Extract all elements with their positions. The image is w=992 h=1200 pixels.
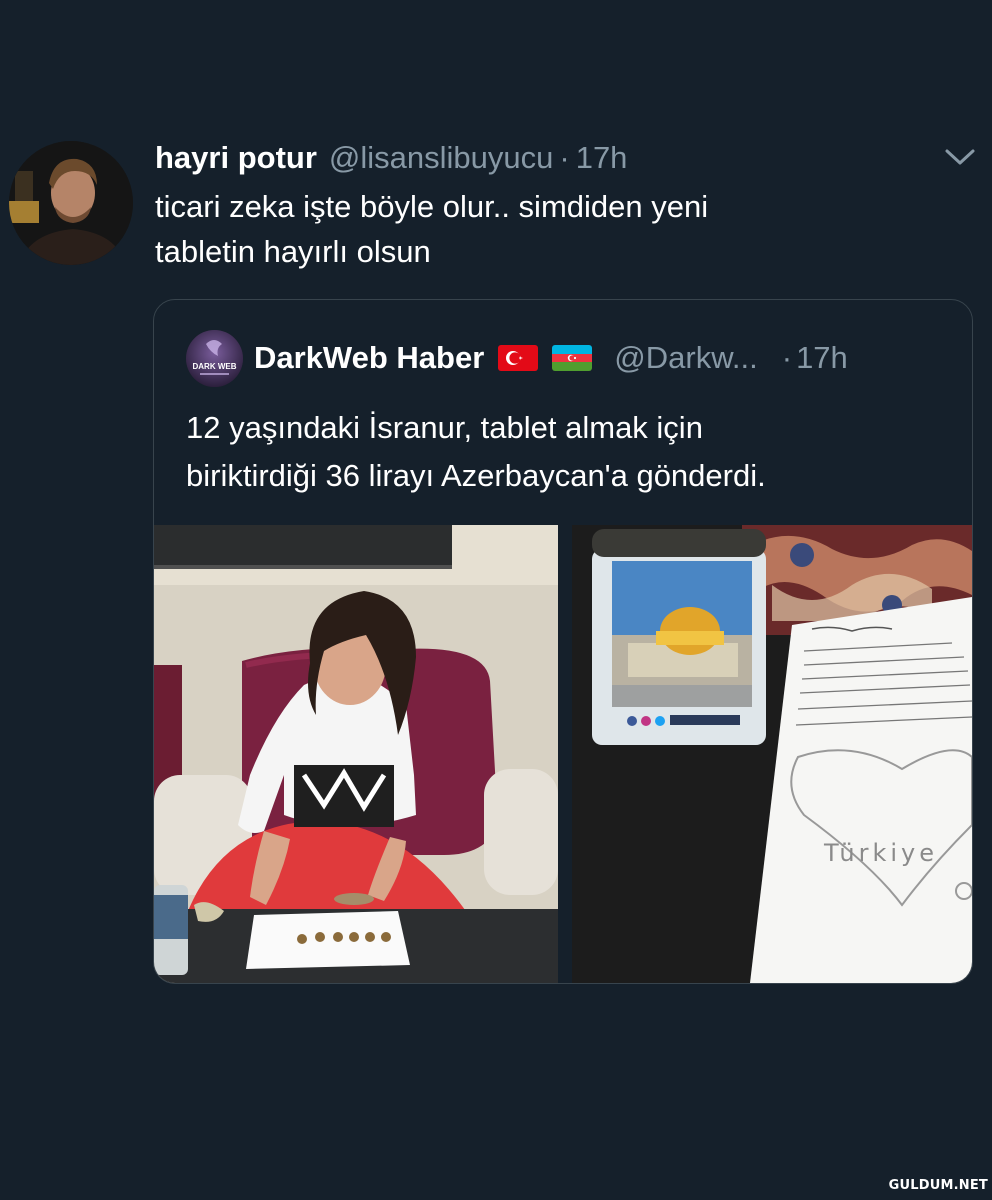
quoted-author-name[interactable]: DarkWeb Haber [254, 340, 484, 376]
quoted-separator-dot: · [781, 340, 793, 375]
author-name[interactable]: hayri potur [155, 140, 317, 176]
quoted-text-line: biriktirdiği 36 lirayı Azerbaycan'a gönd… [186, 458, 766, 493]
separator-dot: · [559, 140, 570, 175]
tweet-time[interactable]: 17h [576, 140, 628, 176]
tweet-text-line: ticari zeka işte böyle olur.. simdiden y… [155, 189, 709, 224]
quoted-tweet-header: DarkWeb Haber @Darkw... · 17h [254, 336, 848, 380]
chevron-down-icon[interactable] [940, 142, 980, 172]
turkey-flag-icon [498, 345, 539, 371]
quoted-tweet-text: 12 yaşındaki İsranur, tablet almak için … [186, 404, 946, 500]
quoted-author-avatar[interactable]: DARK WEB [186, 330, 243, 387]
quoted-text-line: 12 yaşındaki İsranur, tablet almak için [186, 410, 703, 445]
quoted-tweet[interactable]: DARK WEB DarkWeb Haber @Darkw... · 17h 1… [153, 299, 973, 984]
girl-counting-coins-photo[interactable] [154, 525, 558, 983]
author-avatar[interactable] [9, 141, 133, 265]
tweet-text: ticari zeka işte böyle olur.. simdiden y… [155, 184, 955, 274]
quoted-author-handle[interactable]: @Darkw... [614, 340, 757, 376]
azerbaijan-flag-icon [552, 345, 593, 371]
quoted-media: Türkiye [154, 525, 972, 983]
coin-box-and-letter-photo[interactable]: Türkiye [572, 525, 972, 983]
letter-handwriting-text: Türkiye [823, 839, 938, 867]
author-handle[interactable]: @lisanslibuyucu [329, 140, 553, 176]
quoted-avatar-text: DARK WEB [193, 362, 237, 371]
tweet-text-line: tabletin hayırlı olsun [155, 234, 431, 269]
quoted-tweet-time[interactable]: 17h [796, 340, 848, 376]
watermark: GULDUM.NET [888, 1178, 988, 1193]
tweet-header: hayri potur @lisanslibuyucu · 17h [155, 136, 627, 180]
tweet: hayri potur @lisanslibuyucu · 17h ticari… [0, 0, 992, 1200]
